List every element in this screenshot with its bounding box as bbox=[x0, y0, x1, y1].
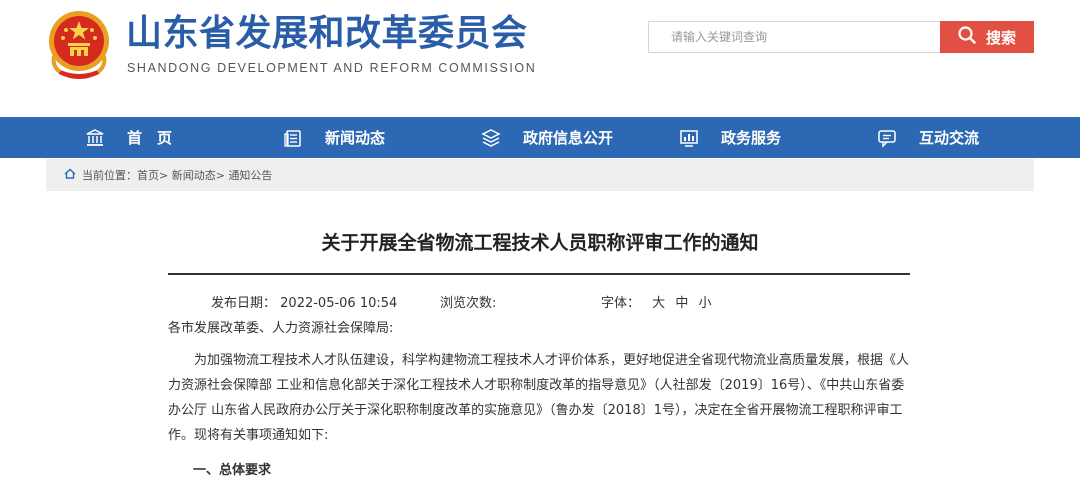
font-size-small[interactable]: 小 bbox=[698, 296, 711, 311]
nav-item-label: 政务服务 bbox=[721, 129, 782, 147]
font-size-label: 字体： bbox=[601, 296, 641, 311]
breadcrumb-separator: > bbox=[159, 168, 172, 182]
breadcrumb-news[interactable]: 新闻动态 bbox=[172, 167, 216, 183]
chat-icon bbox=[878, 129, 896, 148]
views-info: 浏览次数: bbox=[440, 292, 496, 311]
search-icon bbox=[958, 26, 976, 48]
nav-item-news[interactable]: 新闻动态 bbox=[283, 117, 385, 158]
article-paragraph: 为加强物流工程技术人才队伍建设，科学构建物流工程技术人才评价体系，更好地促进全省… bbox=[168, 353, 910, 443]
search-box bbox=[648, 21, 940, 53]
chart-icon bbox=[680, 129, 698, 147]
site-subtitle: SHANDONG DEVELOPMENT AND REFORM COMMISSI… bbox=[127, 61, 537, 75]
nav-item-label: 互动交流 bbox=[919, 129, 980, 147]
search-input[interactable] bbox=[649, 22, 940, 52]
home-icon bbox=[64, 168, 76, 182]
breadcrumb-separator: > bbox=[215, 168, 229, 182]
search-button-label: 搜索 bbox=[985, 28, 1016, 47]
publish-label: 发布日期： bbox=[211, 296, 277, 311]
nav-item-services[interactable]: 政务服务 bbox=[679, 117, 781, 158]
layers-icon bbox=[481, 128, 501, 147]
national-emblem-logo bbox=[44, 8, 114, 82]
section-heading: 一、总体要求 bbox=[193, 463, 272, 478]
nav-item-label: 政府信息公开 bbox=[523, 129, 614, 147]
article-salutation: 各市发展改革委、人力资源社会保障局: bbox=[168, 321, 394, 336]
search-button[interactable]: 搜索 bbox=[940, 21, 1034, 53]
publish-date: 2022-05-06 10:54 bbox=[280, 296, 398, 311]
site-title: 山东省发展和改革委员会 bbox=[126, 13, 528, 54]
nav-item-label: 新闻动态 bbox=[325, 129, 386, 147]
document-icon bbox=[284, 129, 301, 147]
font-size-control: 字体： 大 中 小 bbox=[601, 292, 717, 311]
font-size-medium[interactable]: 中 bbox=[675, 296, 688, 311]
article-title: 关于开展全省物流工程技术人员职称评审工作的通知 bbox=[321, 232, 759, 254]
nav-item-interaction[interactable]: 互动交流 bbox=[877, 117, 979, 158]
nav-item-gov-info[interactable]: 政府信息公开 bbox=[481, 117, 613, 158]
breadcrumb-notices[interactable]: 通知公告 bbox=[228, 167, 272, 183]
nav-item-label: 首 页 bbox=[127, 129, 173, 147]
breadcrumb-prefix: 当前位置： bbox=[82, 169, 137, 182]
building-icon bbox=[86, 128, 104, 146]
main-nav: 首 页 新闻动态 政府信息公开 政务服务 互动交流 bbox=[0, 117, 1080, 158]
publish-info: 发布日期： 2022-05-06 10:54 bbox=[211, 292, 397, 311]
title-divider bbox=[168, 273, 910, 275]
breadcrumb-home[interactable]: 首页 bbox=[137, 167, 159, 183]
views-label: 浏览次数: bbox=[440, 296, 497, 311]
nav-item-home[interactable]: 首 页 bbox=[85, 117, 172, 158]
breadcrumb: 当前位置： 首页 > 新闻动态 > 通知公告 bbox=[46, 159, 1034, 191]
font-size-large[interactable]: 大 bbox=[652, 296, 665, 311]
